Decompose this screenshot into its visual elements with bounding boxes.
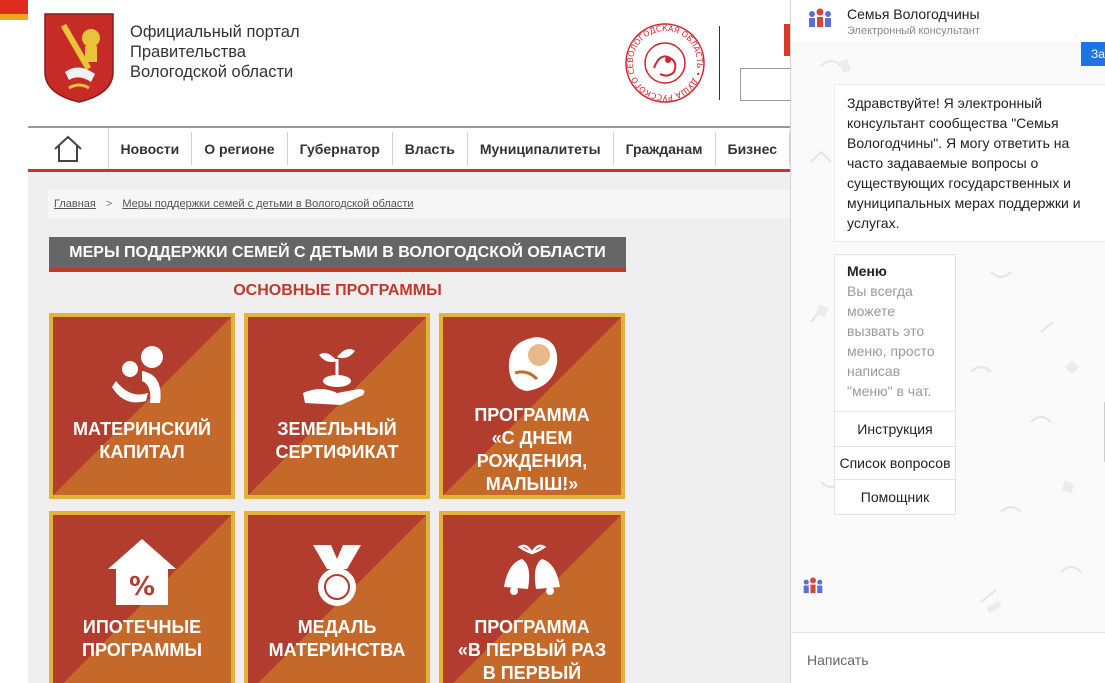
tile-label-line: ПРОГРАММЫ (82, 640, 202, 660)
tile-maternity-capital[interactable]: МАТЕРИНСКИЙ КАПИТАЛ (49, 313, 235, 499)
nav-item-citizens[interactable]: Гражданам (614, 132, 716, 165)
main-nav: Новости О регионе Губернатор Власть Муни… (28, 126, 790, 172)
coat-of-arms-icon[interactable] (43, 12, 115, 104)
tile-label-line: ЗЕМЕЛЬНЫЙ (277, 419, 397, 439)
site-title-line: Правительства (130, 43, 246, 61)
chat-subtitle: Электронный консультант (847, 25, 980, 37)
tile-label-line: МЕДАЛЬ (297, 617, 377, 637)
nav-item-governor[interactable]: Губернатор (288, 132, 393, 165)
site-title[interactable]: Официальный портал Правительства Вологод… (130, 22, 350, 82)
accent-stripe-red (0, 0, 28, 14)
nav-item-business[interactable]: Бизнес (716, 132, 790, 165)
site-header: Официальный портал Правительства Вологод… (28, 0, 800, 126)
page: Официальный портал Правительства Вологод… (0, 0, 1105, 683)
tile-label-line: МАЛЫШ!» (485, 474, 579, 494)
page-title: МЕРЫ ПОДДЕРЖКИ СЕМЕЙ С ДЕТЬМИ В ВОЛОГОДС… (49, 237, 626, 272)
tile-label-line: МАТЕРИНСТВА (268, 640, 406, 660)
mother-child-icon (112, 346, 163, 403)
tile-label-line: ПРОГРАММА (474, 405, 590, 425)
nav-item-region[interactable]: О регионе (192, 132, 288, 165)
tile-label-line: МАТЕРИНСКИЙ (73, 419, 211, 439)
breadcrumb-current-link[interactable]: Меры поддержки семей с детьми в Вологодс… (122, 198, 413, 210)
chat-input-field[interactable]: Написать (791, 632, 1105, 683)
baby-icon (508, 337, 558, 391)
breadcrumb-home-link[interactable]: Главная (54, 198, 96, 210)
tile-label-line: ПРОГРАММА (474, 617, 590, 637)
chat-menu-questions-button[interactable]: Список вопросов (835, 446, 955, 479)
chat-widget: Семья Вологодчины Электронный консультан… (790, 0, 1105, 683)
main-content: Главная > Меры поддержки семей с детьми … (28, 172, 790, 683)
breadcrumb: Главная > Меры поддержки семей с детьми … (48, 190, 790, 218)
region-stamp-logo[interactable]: ВОЛОГОДСКАЯ ОБЛАСТЬ • ДУША РУССКОГО СЕВЕ… (624, 22, 706, 104)
site-title-line: Официальный портал (130, 23, 300, 41)
family-logo-icon (809, 8, 831, 27)
sprout-hand-icon (303, 349, 365, 405)
chat-header: Семья Вологодчины Электронный консультан… (791, 0, 1105, 42)
accent-stripe-orange (0, 14, 28, 20)
chat-input-placeholder: Написать (807, 652, 869, 668)
medal-icon (313, 545, 361, 606)
svg-text:%: % (129, 572, 155, 602)
section-title: ОСНОВНЫЕ ПРОГРАММЫ (233, 282, 442, 299)
tile-label-line: РОЖДЕНИЯ, (476, 451, 588, 471)
tile-label-line: КАПИТАЛ (99, 442, 185, 462)
house-percent-icon: % (108, 539, 176, 605)
tile-mortgage-programs[interactable]: % ИПОТЕЧНЫЕ ПРОГРАММЫ (49, 511, 235, 683)
tile-label-line: ИПОТЕЧНЫЕ (82, 617, 202, 637)
chat-title: Семья Вологодчины (847, 6, 980, 22)
chat-menu-card: Меню Вы всегда можете вызвать это меню, … (834, 254, 956, 515)
tile-label-line: В ПЕРВЫЙ КЛАСС» (482, 663, 582, 683)
bells-icon (504, 544, 560, 595)
tile-label-line: СЕРТИФИКАТ (275, 442, 399, 462)
chat-menu-instruction-button[interactable]: Инструкция (835, 411, 955, 446)
chat-menu-title: Меню (847, 263, 887, 279)
tile-land-certificate[interactable]: ЗЕМЕЛЬНЫЙ СЕРТИФИКАТ (244, 313, 430, 499)
site-title-line: Вологодской области (130, 63, 294, 81)
tile-first-class[interactable]: ПРОГРАММА «В ПЕРВЫЙ РАЗ В ПЕРВЫЙ КЛАСС» (439, 511, 625, 683)
tile-label-line: «В ПЕРВЫЙ РАЗ (457, 640, 607, 660)
tile-maternity-medal[interactable]: МЕДАЛЬ МАТЕРИНСТВА (244, 511, 430, 683)
home-icon (54, 135, 82, 162)
chat-message-greeting: Здравствуйте! Я электронный консультант … (834, 84, 1105, 242)
chat-menu-description: Вы всегда можете вызвать это меню, прост… (847, 283, 935, 399)
chat-action-button[interactable]: За (1081, 42, 1105, 66)
breadcrumb-separator: > (105, 198, 113, 210)
tile-happy-birthday-baby[interactable]: ПРОГРАММА «С ДНЕМ РОЖДЕНИЯ, МАЛЫШ!» (439, 313, 625, 499)
tile-label-line: «С ДНЕМ (491, 428, 573, 448)
nav-item-news[interactable]: Новости (109, 132, 193, 165)
nav-item-municipalities[interactable]: Муниципалитеты (468, 132, 614, 165)
nav-item-power[interactable]: Власть (393, 132, 468, 165)
bot-avatar-icon (803, 577, 823, 594)
nav-home[interactable] (28, 128, 109, 169)
header-divider (719, 26, 720, 100)
chat-menu-assistant-button[interactable]: Помощник (835, 479, 955, 514)
